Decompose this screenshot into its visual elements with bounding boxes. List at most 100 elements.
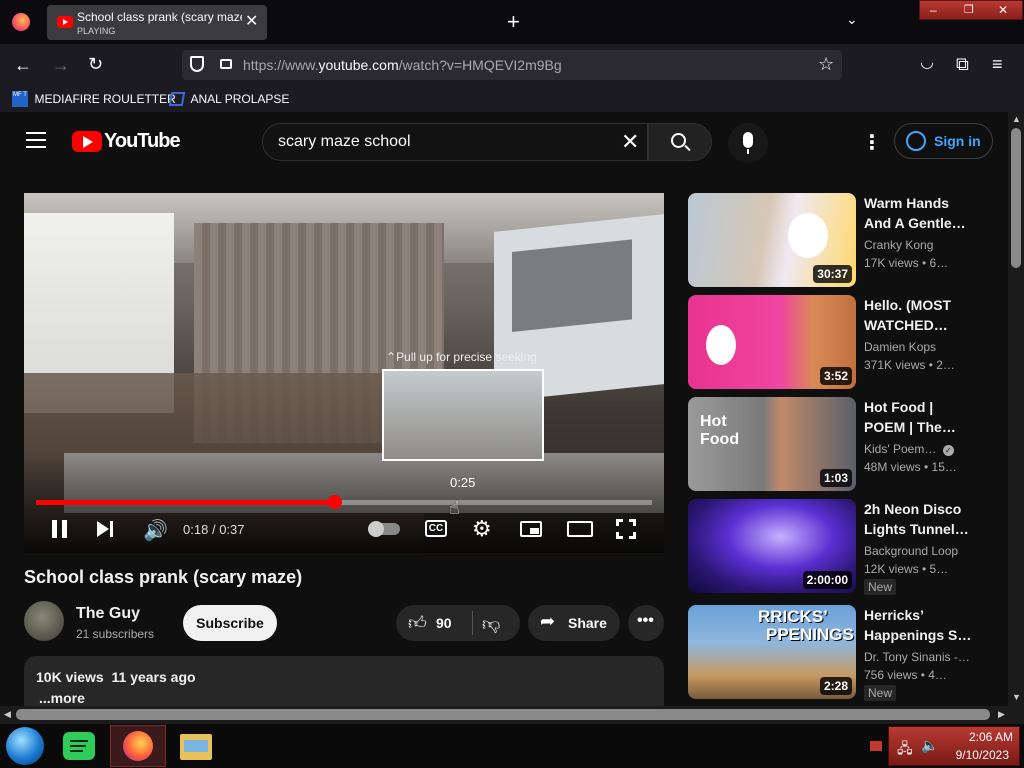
channel-name[interactable]: The Guy bbox=[76, 605, 140, 623]
share-button[interactable]: ➦ Share bbox=[528, 605, 620, 641]
thumbs-down-icon[interactable]: 👎︎ bbox=[482, 613, 500, 635]
clear-search-icon[interactable]: ✕ bbox=[621, 129, 639, 155]
pause-button[interactable] bbox=[52, 520, 68, 538]
bookmark-mediafire[interactable]: MF T MEDIAFIRE ROULETTER bbox=[12, 90, 176, 108]
more-options-icon[interactable]: ⋮ bbox=[862, 130, 882, 155]
url-bar[interactable]: https://www.youtube.com/watch?v=HMQEVI2m… bbox=[182, 50, 842, 80]
autoplay-toggle[interactable] bbox=[368, 521, 400, 537]
youtube-logo-text: YouTube bbox=[104, 130, 181, 152]
related-video[interactable]: RRICKS’ PPENINGS 2:28 Herricks’ Happenin… bbox=[688, 605, 988, 701]
progress-bar[interactable] bbox=[36, 495, 652, 509]
duration-badge: 3:52 bbox=[819, 367, 852, 385]
clock-time[interactable]: 2:06 AM bbox=[953, 730, 1013, 744]
progress-played bbox=[36, 500, 336, 505]
related-thumbnail: Hot Food 1:03 bbox=[688, 397, 856, 491]
forward-icon[interactable]: → bbox=[52, 56, 70, 74]
related-meta: 371K views • 2… bbox=[864, 358, 955, 372]
system-tray: 🖧 🔈 2:06 AM 9/10/2023 bbox=[888, 726, 1020, 766]
show-more-link[interactable]: ...more bbox=[39, 690, 85, 706]
horizontal-scrollbar[interactable]: ◀ ▶ bbox=[0, 706, 1024, 724]
volume-icon[interactable]: 🔊 bbox=[143, 518, 168, 543]
search-button[interactable] bbox=[648, 123, 712, 161]
youtube-page: YouTube scary maze school ✕ ⋮ Sign in ⌃P… bbox=[0, 112, 1008, 706]
start-orb-icon[interactable] bbox=[6, 727, 44, 765]
bookmark-star-icon[interactable]: ☆ bbox=[818, 55, 834, 73]
window-controls: – ❐ ✕ bbox=[919, 0, 1023, 20]
theater-mode-icon[interactable] bbox=[567, 521, 593, 537]
bookmarks-toolbar: MF T MEDIAFIRE ROULETTER ANAL PROLAPSE bbox=[0, 86, 1024, 112]
like-button[interactable]: 👍︎ 90 bbox=[396, 605, 471, 641]
related-channel-name: Kids' Poem… bbox=[864, 442, 937, 456]
seek-hint-text: Pull up for precise seeking bbox=[396, 350, 537, 364]
url-text: https://www.youtube.com/watch?v=HMQEVI2m… bbox=[243, 57, 562, 73]
tab-youtube[interactable]: School class prank (scary maze PLAYING ✕ bbox=[47, 5, 267, 40]
fullscreen-icon[interactable] bbox=[616, 519, 636, 539]
firefox-icon bbox=[123, 731, 153, 761]
clock-date[interactable]: 9/10/2023 bbox=[945, 748, 1009, 762]
related-channel: Background Loop bbox=[864, 544, 959, 558]
lock-icon[interactable] bbox=[220, 59, 232, 69]
scroll-left-arrow-icon[interactable]: ◀ bbox=[4, 709, 11, 720]
close-window-icon[interactable]: ✕ bbox=[998, 3, 1008, 17]
related-video[interactable]: 2:00:00 2h Neon Disco Lights Tunnel… Bac… bbox=[688, 499, 988, 595]
list-tabs-chevron-icon[interactable]: ⌄ bbox=[846, 12, 858, 26]
related-title-line2: WATCHED… bbox=[864, 317, 948, 333]
tracking-shield-icon[interactable] bbox=[190, 56, 204, 72]
youtube-logo[interactable]: YouTube bbox=[72, 130, 181, 154]
firefox-taskbar-button[interactable] bbox=[110, 725, 166, 767]
reload-icon[interactable]: ↻ bbox=[88, 55, 103, 73]
restore-icon[interactable]: ❐ bbox=[964, 3, 974, 16]
like-count: 90 bbox=[436, 615, 452, 631]
sign-in-button[interactable]: Sign in bbox=[894, 123, 993, 159]
more-actions-button[interactable]: ••• bbox=[628, 605, 664, 641]
related-meta: 756 views • 4… bbox=[864, 668, 947, 682]
vertical-scrollbar[interactable]: ▲ ▼ bbox=[1008, 112, 1024, 706]
menu-icon[interactable]: ≡ bbox=[992, 55, 1003, 73]
network-icon[interactable]: 🖧 bbox=[897, 738, 913, 762]
mouse-cursor-icon: ☝ bbox=[448, 498, 460, 518]
sign-in-label: Sign in bbox=[934, 133, 981, 149]
search-box[interactable]: scary maze school ✕ bbox=[262, 123, 648, 161]
voice-search-button[interactable] bbox=[728, 123, 768, 163]
related-title-line1: Hello. (MOST bbox=[864, 297, 952, 313]
minimize-icon[interactable]: – bbox=[930, 3, 937, 17]
scroll-down-arrow-icon[interactable]: ▼ bbox=[1012, 692, 1021, 702]
file-explorer-icon[interactable] bbox=[180, 734, 212, 760]
next-button[interactable] bbox=[97, 521, 115, 537]
scroll-right-arrow-icon[interactable]: ▶ bbox=[998, 709, 1005, 720]
back-icon[interactable]: ← bbox=[14, 56, 32, 74]
microphone-icon bbox=[743, 132, 753, 148]
settings-gear-icon[interactable]: ⚙ bbox=[472, 516, 492, 542]
search-input[interactable]: scary maze school bbox=[278, 133, 411, 151]
guide-menu-icon[interactable] bbox=[26, 132, 46, 148]
subtitles-button[interactable]: CC bbox=[425, 520, 447, 537]
duration-badge: 30:37 bbox=[813, 265, 852, 283]
scroll-hthumb[interactable] bbox=[16, 709, 990, 720]
related-channel: Cranky Kong bbox=[864, 238, 934, 252]
subscribe-button[interactable]: Subscribe bbox=[183, 605, 277, 641]
url-host: https://www. bbox=[243, 57, 319, 73]
pocket-icon[interactable]: ◡ bbox=[920, 55, 934, 71]
description-box[interactable]: 10K views 11 years ago ...more bbox=[24, 656, 664, 706]
miniplayer-icon[interactable] bbox=[520, 521, 542, 537]
volume-tray-icon[interactable]: 🔈 bbox=[921, 737, 938, 754]
close-tab-icon[interactable]: ✕ bbox=[245, 14, 258, 30]
related-title-line2: POEM | The… bbox=[864, 419, 956, 435]
share-icon: ➦ bbox=[540, 611, 556, 631]
new-tab-button[interactable]: + bbox=[507, 11, 520, 33]
spotify-icon[interactable] bbox=[63, 732, 95, 760]
bookmark-anal-prolapse[interactable]: ANAL PROLAPSE bbox=[168, 90, 289, 108]
search-icon-handle bbox=[684, 144, 691, 152]
channel-avatar[interactable] bbox=[24, 601, 64, 641]
scroll-thumb[interactable] bbox=[1011, 128, 1021, 268]
related-video[interactable]: 30:37 Warm Hands And A Gentle… Cranky Ko… bbox=[688, 193, 988, 287]
extensions-icon[interactable]: ⧉ bbox=[956, 55, 969, 73]
scroll-up-arrow-icon[interactable]: ▲ bbox=[1012, 114, 1021, 124]
tray-notification-icon[interactable] bbox=[870, 741, 882, 751]
video-player[interactable]: ⌃Pull up for precise seeking 0:25 ☝ 🔊 0:… bbox=[24, 193, 664, 553]
related-title-line1: 2h Neon Disco bbox=[864, 501, 962, 517]
related-video[interactable]: 3:52 Hello. (MOST WATCHED… Damien Kops 3… bbox=[688, 295, 988, 389]
time-separator: / bbox=[211, 522, 216, 537]
related-video[interactable]: Hot Food 1:03 Hot Food | POEM | The… Kid… bbox=[688, 397, 988, 491]
firefox-view-icon[interactable] bbox=[12, 13, 30, 31]
